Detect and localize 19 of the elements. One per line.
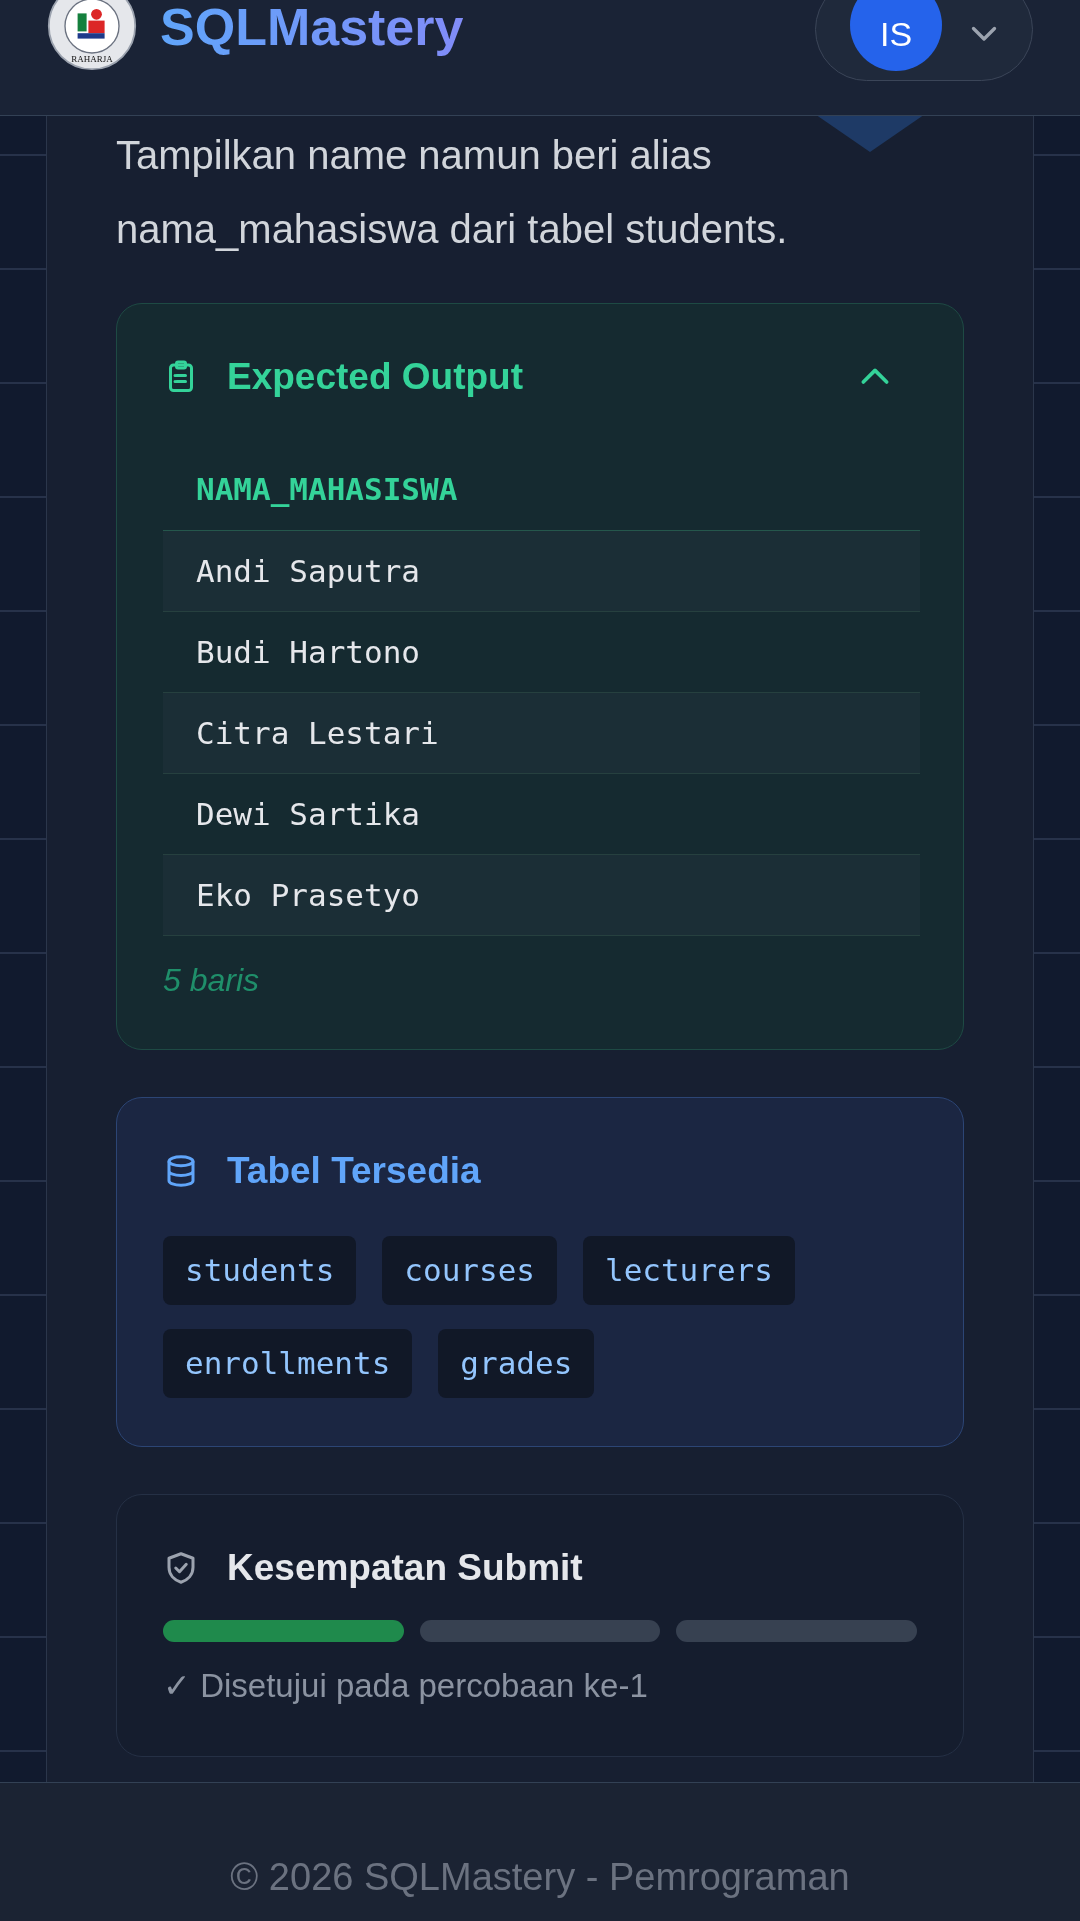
table-cell: Citra Lestari: [163, 693, 920, 774]
task-description: nama_mahasiswa dari tabel students.: [116, 206, 788, 253]
expected-output-toggle[interactable]: Expected Output: [163, 355, 917, 399]
table-name-chip[interactable]: lecturers: [582, 1236, 795, 1305]
user-avatar: IS: [850, 0, 942, 71]
university-logo: RAHARJA: [47, 0, 137, 71]
card-title: Kesempatan Submit: [227, 1547, 583, 1589]
task-description: Tampilkan name namun beri alias: [116, 132, 712, 179]
card-title: Tabel Tersedia: [227, 1150, 481, 1192]
attempt-status: ✓ Disetujui pada percobaan ke-1: [163, 1666, 649, 1706]
row-count: 5 baris: [163, 961, 261, 1000]
copyright-text: © 2026 SQLMastery - Pemrograman: [230, 1855, 850, 1900]
user-menu-button[interactable]: IS: [815, 0, 1033, 81]
table-cell: Eko Prasetyo: [163, 855, 920, 936]
table-name-chip[interactable]: enrollments: [163, 1329, 413, 1398]
table-name-chip[interactable]: grades: [438, 1329, 595, 1398]
table-name-chip[interactable]: courses: [382, 1236, 557, 1305]
table-name-chip[interactable]: students: [163, 1236, 357, 1305]
table-cell: Andi Saputra: [163, 531, 920, 612]
